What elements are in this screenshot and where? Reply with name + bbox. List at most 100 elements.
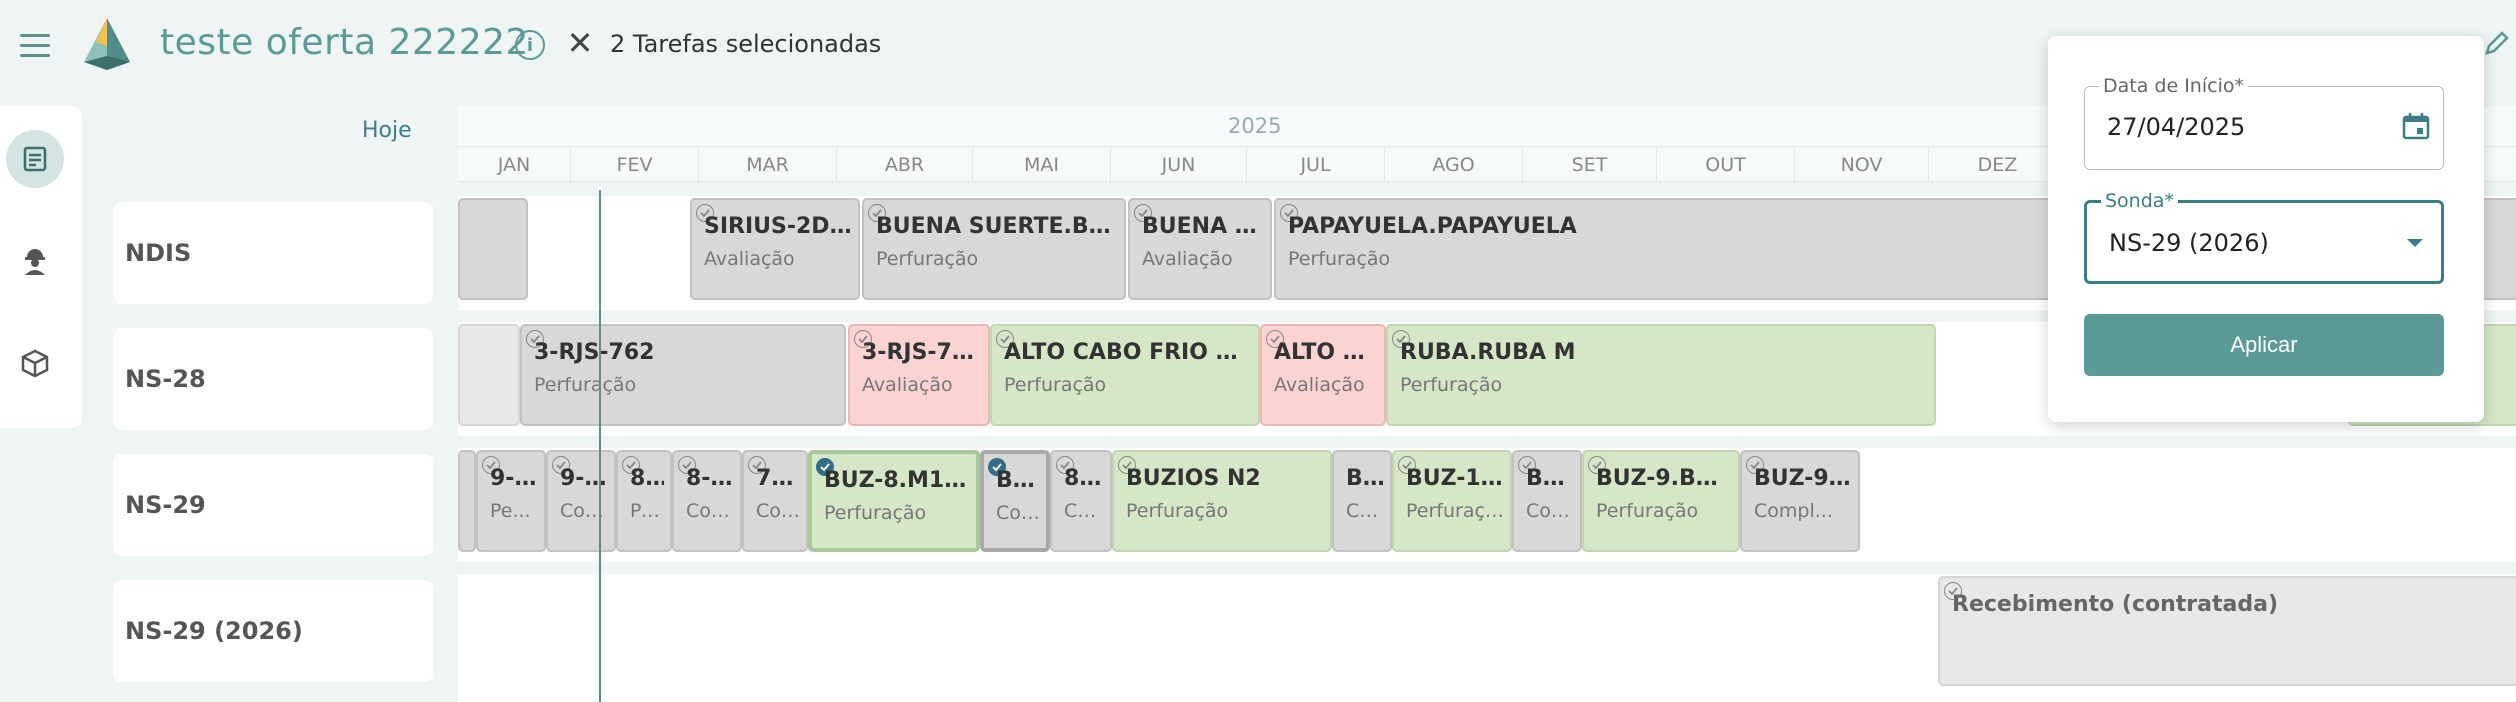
chevron-down-icon[interactable] (2407, 239, 2423, 247)
start-date-label: Data de Início* (2099, 75, 2248, 97)
month-label: JUN (1110, 147, 1246, 183)
month-label: OUT (1656, 147, 1794, 183)
task-bar[interactable]: 3-RJS-762 Perfuração (520, 324, 846, 426)
task-bar[interactable]: 3-RJS-762 Avaliação (848, 324, 990, 426)
page-title: teste oferta 222222 (160, 22, 529, 63)
task-subtitle: Compl... (1754, 500, 1833, 522)
year-label: 2025 (1228, 114, 1282, 138)
month-label: JUL (1246, 147, 1384, 183)
task-subtitle: Perfuração (1406, 500, 1504, 522)
today-button[interactable]: Hoje (362, 118, 412, 143)
task-bar[interactable]: 8-B... Perf... (616, 450, 672, 552)
task-bar[interactable]: BUZ... Comp... (1332, 450, 1392, 552)
task-subtitle: Avaliação (862, 374, 953, 396)
task-bar[interactable]: ALTO CABO FRIO NE.ACFC-01 Perfuração (990, 324, 1260, 426)
sonda-label: Sonda* (2101, 190, 2178, 212)
task-title: BUZIOS N2 (1126, 466, 1261, 491)
month-label: MAI (972, 147, 1110, 183)
task-title: BUZ-8.M12-P4 (824, 468, 970, 493)
task-title: ALTO CABO FR... (1274, 340, 1378, 365)
info-icon[interactable]: i (515, 30, 545, 60)
task-bar[interactable]: ALTO CABO FR... Avaliação (1260, 324, 1386, 426)
selection-count-text: 2 Tarefas selecionadas (610, 30, 882, 58)
today-marker-line (599, 190, 601, 702)
task-title: 8-BUZ... (686, 466, 734, 491)
row-label-ns-29-2026: NS-29 (2026) (113, 580, 433, 682)
nav-tasks-icon[interactable] (6, 130, 64, 188)
task-bar[interactable]: BUZ-9... Compl... (1740, 450, 1860, 552)
nav-package-icon[interactable] (6, 334, 64, 392)
task-subtitle: Perfuração (1004, 374, 1107, 396)
task-subtitle: Avaliação (704, 248, 795, 270)
start-date-field[interactable]: Data de Início* 27/04/2025 (2084, 75, 2444, 170)
month-label: ABR (836, 147, 972, 183)
task-title: BUZ-8... (996, 468, 1040, 493)
task-title: 3-RJS-762 (534, 340, 655, 365)
task-bar[interactable]: BUZ-9.BUZ-9.I7 Perfuração (1582, 450, 1740, 552)
task-title: BUZ-9.BUZ-9.I7 (1596, 466, 1732, 491)
task-title: 8-BU... (1064, 466, 1104, 491)
task-title: ALTO CABO FRIO NE.ACFC-01 (1004, 340, 1252, 365)
task-subtitle: Perfuração (1400, 374, 1503, 396)
task-title: BUZ... (1346, 466, 1384, 491)
task-bar[interactable]: SIRIUS-2D ST2 Avaliação (690, 198, 860, 300)
task-subtitle: Avaliação (1142, 248, 1233, 270)
month-label: JAN (497, 154, 531, 176)
task-bar[interactable] (458, 324, 520, 426)
task-bar[interactable]: BUZ-1... Compl... (1512, 450, 1582, 552)
task-bar[interactable]: RUBA.RUBA M Perfuração (1386, 324, 1936, 426)
month-label: AGO (1384, 147, 1522, 183)
task-subtitle: Comp... (1064, 500, 1104, 522)
task-title: Recebimento (contratada) (1952, 592, 2279, 617)
task-subtitle: Perfuração (876, 248, 979, 270)
task-title: RUBA.RUBA M (1400, 340, 1576, 365)
task-bar[interactable]: Recebimento (contratada) (1938, 576, 2516, 686)
task-title: BUZ-9... (1754, 466, 1852, 491)
month-label: NOV (1794, 147, 1928, 183)
row-label-ns-29: NS-29 (113, 454, 433, 556)
task-subtitle: Comp... (756, 500, 800, 522)
task-bar[interactable]: BUENA SUERTE.B... Avaliação (1128, 198, 1272, 300)
month-label: DEZ (1928, 147, 2066, 183)
task-subtitle: Compl... (686, 500, 734, 522)
task-bar[interactable]: BUENA SUERTE.BUENA SUERTE-1 Perfuração (862, 198, 1126, 300)
sonda-select[interactable]: Sonda* NS-29 (2026) (2084, 190, 2444, 284)
task-subtitle: Perfuração (1596, 500, 1699, 522)
menu-icon[interactable] (20, 34, 50, 58)
task-title: BUENA SUERTE.BUENA SUERTE-1 (876, 214, 1118, 239)
task-title: BUENA SUERTE.B... (1142, 214, 1264, 239)
task-bar[interactable]: 9-BUZ...Compl... (546, 450, 616, 552)
close-selection-icon[interactable]: ✕ (565, 26, 595, 60)
task-subtitle: Compl... (1526, 500, 1574, 522)
task-bar[interactable] (458, 198, 528, 300)
task-bar[interactable]: 8-BUZ... Compl... (672, 450, 742, 552)
task-bar[interactable]: BUZ-8... Compl... (980, 450, 1050, 552)
month-label: FEV (570, 147, 698, 183)
task-bar[interactable]: 8-BU... Comp... (1050, 450, 1112, 552)
row-label-ns-28: NS-28 (113, 328, 433, 430)
task-title: BUZ-1... (1526, 466, 1574, 491)
task-subtitle: Pe... (490, 500, 531, 522)
task-title: 8-B... (630, 466, 664, 491)
left-navigation (0, 106, 82, 428)
task-subtitle: Perf... (630, 500, 664, 522)
task-subtitle: Perfuração (824, 502, 927, 524)
task-bar[interactable]: 7-BU... Comp... (742, 450, 808, 552)
task-title: SIRIUS-2D ST2 (704, 214, 852, 239)
calendar-icon[interactable] (2401, 111, 2431, 141)
start-date-value: 27/04/2025 (2107, 113, 2246, 141)
task-title: 9-... (490, 466, 538, 491)
edit-icon[interactable] (2482, 28, 2512, 58)
task-subtitle: Comp... (1346, 500, 1384, 522)
task-bar[interactable]: BUZ-8.M12-P4 Perfuração (808, 450, 980, 552)
apply-button[interactable]: Aplicar (2084, 314, 2444, 376)
task-bar[interactable]: BUZ-10.BUZ-1... Perfuração (1392, 450, 1512, 552)
task-title: BUZ-10.BUZ-1... (1406, 466, 1504, 491)
task-title: 3-RJS-762 (862, 340, 982, 365)
task-bar[interactable]: 9-... Pe... (476, 450, 546, 552)
month-label: SET (1522, 147, 1656, 183)
task-subtitle: Perfuração (1126, 500, 1229, 522)
nav-worker-icon[interactable] (6, 232, 64, 290)
task-bar[interactable] (458, 450, 476, 552)
task-bar[interactable]: BUZIOS N2 Perfuração (1112, 450, 1332, 552)
